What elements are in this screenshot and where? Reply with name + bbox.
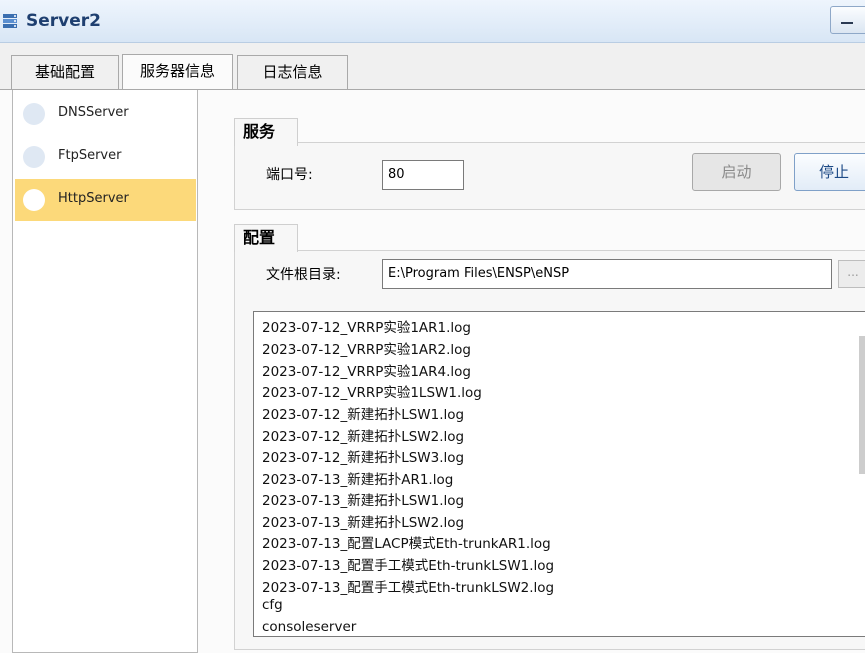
- server-item-http[interactable]: HttpServer: [15, 179, 196, 221]
- list-item[interactable]: 2023-07-13_新建拓扑AR1.log: [262, 468, 453, 488]
- list-item[interactable]: 2023-07-13_配置手工模式Eth-trunkLSW1.log: [262, 554, 554, 574]
- file-list[interactable]: 2023-07-12_VRRP实验1AR1.log 2023-07-12_VRR…: [253, 311, 865, 637]
- list-item[interactable]: 2023-07-13_新建拓扑LSW1.log: [262, 489, 464, 509]
- config-group-title: 配置: [234, 224, 298, 252]
- port-input[interactable]: 80: [382, 160, 464, 190]
- root-dir-label: 文件根目录:: [266, 267, 341, 283]
- root-dir-input[interactable]: E:\Program Files\ENSP\eNSP: [382, 259, 832, 289]
- stop-button[interactable]: 停止: [794, 153, 865, 191]
- list-item[interactable]: 2023-07-12_新建拓扑LSW3.log: [262, 446, 464, 466]
- list-item[interactable]: cfg: [262, 597, 283, 613]
- browse-button[interactable]: ...: [838, 260, 865, 288]
- start-button[interactable]: 启动: [692, 153, 781, 191]
- service-group-title: 服务: [234, 118, 298, 146]
- window-title: Server2: [26, 11, 101, 31]
- list-item[interactable]: 2023-07-12_新建拓扑LSW1.log: [262, 403, 464, 423]
- server-item-dns[interactable]: DNSServer: [15, 93, 196, 135]
- server-status-icon: [23, 103, 45, 125]
- server-status-icon: [23, 189, 45, 211]
- minimize-button[interactable]: [830, 6, 865, 34]
- list-item[interactable]: 2023-07-12_VRRP实验1LSW1.log: [262, 381, 482, 401]
- port-label: 端口号:: [266, 167, 313, 183]
- file-list-scrollbar[interactable]: [859, 336, 865, 474]
- list-item[interactable]: 2023-07-13_配置LACP模式Eth-trunkAR1.log: [262, 532, 551, 552]
- server-item-label: HttpServer: [58, 191, 129, 206]
- server-item-label: FtpServer: [58, 148, 122, 163]
- list-item[interactable]: 2023-07-12_新建拓扑LSW2.log: [262, 425, 464, 445]
- tab-bar: 基础配置 服务器信息 日志信息: [0, 42, 865, 90]
- server-item-ftp[interactable]: FtpServer: [15, 136, 196, 178]
- minimize-icon: [841, 22, 853, 24]
- server-item-label: DNSServer: [58, 105, 129, 120]
- list-item[interactable]: 2023-07-13_配置手工模式Eth-trunkLSW2.log: [262, 576, 554, 596]
- server-list: DNSServer FtpServer HttpServer: [12, 90, 198, 653]
- list-item[interactable]: consoleserver: [262, 619, 356, 635]
- server-icon: [3, 14, 17, 28]
- server-status-icon: [23, 146, 45, 168]
- list-item[interactable]: 2023-07-12_VRRP实验1AR4.log: [262, 360, 471, 380]
- list-item[interactable]: 2023-07-13_新建拓扑LSW2.log: [262, 511, 464, 531]
- tab-basic-config[interactable]: 基础配置: [11, 55, 119, 89]
- tab-server-info[interactable]: 服务器信息: [122, 54, 233, 90]
- list-item[interactable]: 2023-07-12_VRRP实验1AR2.log: [262, 338, 471, 358]
- list-item[interactable]: 2023-07-12_VRRP实验1AR1.log: [262, 316, 471, 336]
- title-bar: Server2: [0, 0, 865, 43]
- tab-log-info[interactable]: 日志信息: [237, 55, 348, 89]
